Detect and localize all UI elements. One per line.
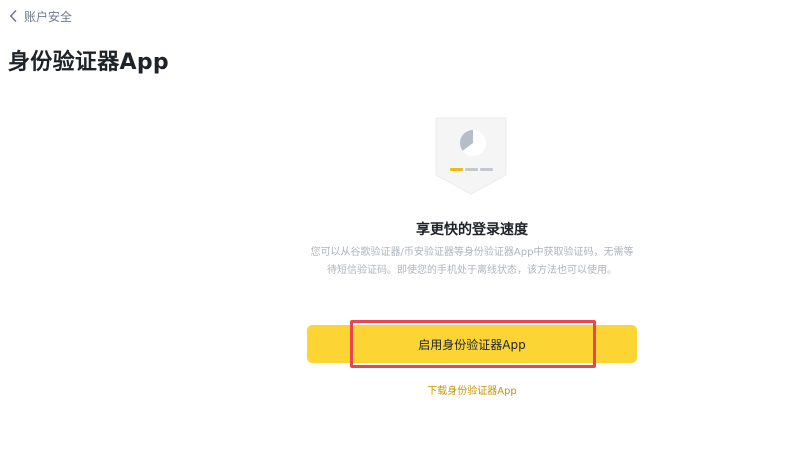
authenticator-shield-icon [435, 117, 507, 195]
chevron-left-icon [6, 8, 20, 24]
headline: 享更快的登录速度 [416, 222, 528, 238]
description-text: 您可以从谷歌验证器/币安验证器等身份验证器App中获取验证码，无需等待短信验证码… [310, 247, 634, 276]
enable-authenticator-button[interactable]: 启用身份验证器App [307, 325, 637, 363]
download-authenticator-link[interactable]: 下载身份验证器App [306, 382, 638, 397]
breadcrumb-back[interactable]: 账户安全 [6, 7, 72, 25]
page-title: 身份验证器App [8, 50, 169, 75]
breadcrumb-label: 账户安全 [24, 9, 73, 24]
